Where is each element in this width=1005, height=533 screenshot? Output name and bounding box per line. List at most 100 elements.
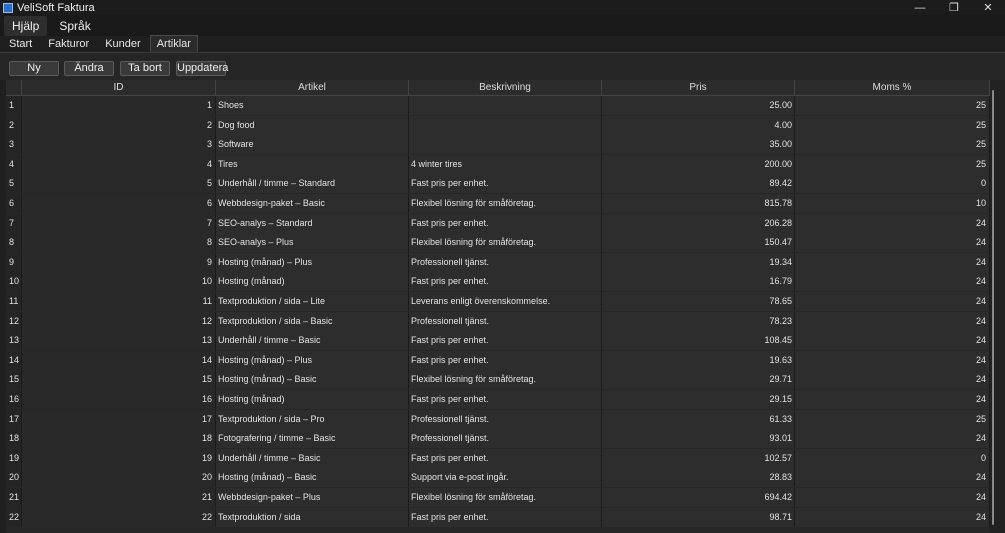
table-row[interactable]: 7 7 SEO-analys – Standard Fast pris per enh… xyxy=(6,213,990,233)
cell-description[interactable]: Flexibel lösning för småföretag. xyxy=(409,194,602,213)
row-number[interactable]: 8 xyxy=(6,233,22,253)
header-id[interactable]: ID xyxy=(22,80,216,95)
cell-price[interactable]: 206.28 xyxy=(602,213,795,233)
tab-invoices[interactable]: Fakturor xyxy=(41,35,96,52)
tab-articles[interactable]: Artiklar xyxy=(149,35,198,52)
cell-description[interactable] xyxy=(409,115,602,135)
row-number[interactable]: 16 xyxy=(6,390,22,409)
cell-vat[interactable]: 24 xyxy=(795,252,990,272)
table-row[interactable]: 17 17 Textproduktion / sida – Pro Professio… xyxy=(6,409,990,429)
cell-vat[interactable]: 24 xyxy=(795,390,990,409)
table-row[interactable]: 21 21 Webbdesign-paket – Plus Flexibel lösn… xyxy=(6,488,990,507)
cell-article[interactable]: Textproduktion / sida – Basic xyxy=(216,311,409,331)
cell-price[interactable]: 28.83 xyxy=(602,468,795,488)
close-icon[interactable]: ✕ xyxy=(971,0,1005,15)
table-row[interactable]: 1 1 Shoes 25.00 25 xyxy=(6,96,990,115)
table-row[interactable]: 4 4 Tires 4 winter tires 200.00 25 xyxy=(6,154,990,174)
cell-id[interactable]: 10 xyxy=(22,272,216,292)
cell-price[interactable]: 150.47 xyxy=(602,233,795,253)
cell-article[interactable]: Hosting (månad) xyxy=(216,390,409,409)
cell-price[interactable]: 19.63 xyxy=(602,350,795,370)
header-price[interactable]: Pris xyxy=(602,80,795,95)
cell-vat[interactable]: 24 xyxy=(795,331,990,351)
table-row[interactable]: 8 8 SEO-analys – Plus Flexibel lösning för … xyxy=(6,233,990,253)
cell-article[interactable]: Hosting (månad) – Plus xyxy=(216,252,409,272)
cell-article[interactable]: Shoes xyxy=(216,96,409,115)
cell-article[interactable]: Underhåll / timme – Basic xyxy=(216,448,409,468)
cell-article[interactable]: Webbdesign-paket – Basic xyxy=(216,194,409,213)
cell-description[interactable]: Professionell tjänst. xyxy=(409,311,602,331)
row-number[interactable]: 4 xyxy=(6,154,22,174)
cell-description[interactable]: Flexibel lösning för småföretag. xyxy=(409,488,602,507)
cell-vat[interactable]: 10 xyxy=(795,194,990,213)
cell-id[interactable]: 6 xyxy=(22,194,216,213)
row-number[interactable]: 14 xyxy=(6,350,22,370)
row-number[interactable]: 20 xyxy=(6,468,22,488)
cell-price[interactable]: 4.00 xyxy=(602,115,795,135)
cell-vat[interactable]: 25 xyxy=(795,115,990,135)
cell-description[interactable]: Fast pris per enhet. xyxy=(409,390,602,409)
cell-id[interactable]: 7 xyxy=(22,213,216,233)
cell-article[interactable]: Webbdesign-paket – Plus xyxy=(216,488,409,507)
cell-id[interactable]: 17 xyxy=(22,409,216,429)
cell-vat[interactable]: 24 xyxy=(795,292,990,311)
table-row[interactable]: 20 20 Hosting (månad) – Basic Support via e… xyxy=(6,468,990,488)
row-number[interactable]: 11 xyxy=(6,292,22,311)
table-row[interactable]: 12 12 Textproduktion / sida – Basic Profess… xyxy=(6,311,990,331)
minimize-icon[interactable]: — xyxy=(903,0,937,15)
cell-description[interactable]: Fast pris per enhet. xyxy=(409,448,602,468)
cell-article[interactable]: Software xyxy=(216,135,409,155)
menu-help[interactable]: Hjälp xyxy=(4,15,48,36)
cell-price[interactable]: 815.78 xyxy=(602,194,795,213)
row-number[interactable]: 3 xyxy=(6,135,22,155)
scrollbar-thumb[interactable] xyxy=(992,90,994,525)
row-number[interactable]: 21 xyxy=(6,488,22,507)
cell-id[interactable]: 2 xyxy=(22,115,216,135)
cell-description[interactable]: Support via e-post ingår. xyxy=(409,468,602,488)
row-number[interactable]: 17 xyxy=(6,409,22,429)
row-number[interactable]: 6 xyxy=(6,194,22,213)
cell-id[interactable]: 15 xyxy=(22,370,216,390)
cell-vat[interactable]: 25 xyxy=(795,135,990,155)
cell-vat[interactable]: 24 xyxy=(795,370,990,390)
table-row[interactable]: 2 2 Dog food 4.00 25 xyxy=(6,115,990,135)
cell-vat[interactable]: 24 xyxy=(795,233,990,253)
cell-price[interactable]: 98.71 xyxy=(602,507,795,527)
maximize-icon[interactable]: ❐ xyxy=(937,0,971,15)
cell-price[interactable]: 29.15 xyxy=(602,390,795,409)
header-article[interactable]: Artikel xyxy=(216,80,409,95)
cell-article[interactable]: Underhåll / timme – Standard xyxy=(216,174,409,194)
cell-price[interactable]: 102.57 xyxy=(602,448,795,468)
row-number[interactable]: 1 xyxy=(6,96,22,115)
cell-description[interactable]: Professionell tjänst. xyxy=(409,409,602,429)
cell-vat[interactable]: 25 xyxy=(795,409,990,429)
row-number[interactable]: 10 xyxy=(6,272,22,292)
table-row[interactable]: 3 3 Software 35.00 25 xyxy=(6,135,990,155)
row-number[interactable]: 15 xyxy=(6,370,22,390)
tab-customers[interactable]: Kunder xyxy=(98,35,147,52)
cell-description[interactable]: Fast pris per enhet. xyxy=(409,213,602,233)
table-row[interactable]: 16 16 Hosting (månad) Fast pris per enhet. 2… xyxy=(6,390,990,409)
cell-price[interactable]: 200.00 xyxy=(602,154,795,174)
row-number[interactable]: 7 xyxy=(6,213,22,233)
cell-vat[interactable]: 24 xyxy=(795,311,990,331)
cell-id[interactable]: 8 xyxy=(22,233,216,253)
cell-price[interactable]: 25.00 xyxy=(602,96,795,115)
table-row[interactable]: 13 13 Underhåll / timme – Basic Fast pris p… xyxy=(6,331,990,351)
cell-vat[interactable]: 24 xyxy=(795,272,990,292)
cell-id[interactable]: 11 xyxy=(22,292,216,311)
table-row[interactable]: 11 11 Textproduktion / sida – Lite Leverans… xyxy=(6,292,990,311)
header-description[interactable]: Beskrivning xyxy=(409,80,602,95)
cell-description[interactable]: Flexibel lösning för småföretag. xyxy=(409,233,602,253)
cell-description[interactable]: Fast pris per enhet. xyxy=(409,272,602,292)
cell-price[interactable]: 19.34 xyxy=(602,252,795,272)
cell-id[interactable]: 14 xyxy=(22,350,216,370)
cell-id[interactable]: 4 xyxy=(22,154,216,174)
cell-price[interactable]: 78.65 xyxy=(602,292,795,311)
cell-id[interactable]: 22 xyxy=(22,507,216,527)
cell-article[interactable]: Fotografering / timme – Basic xyxy=(216,429,409,449)
row-number[interactable]: 12 xyxy=(6,311,22,331)
row-number[interactable]: 5 xyxy=(6,174,22,194)
cell-description[interactable] xyxy=(409,135,602,155)
cell-description[interactable]: Fast pris per enhet. xyxy=(409,350,602,370)
